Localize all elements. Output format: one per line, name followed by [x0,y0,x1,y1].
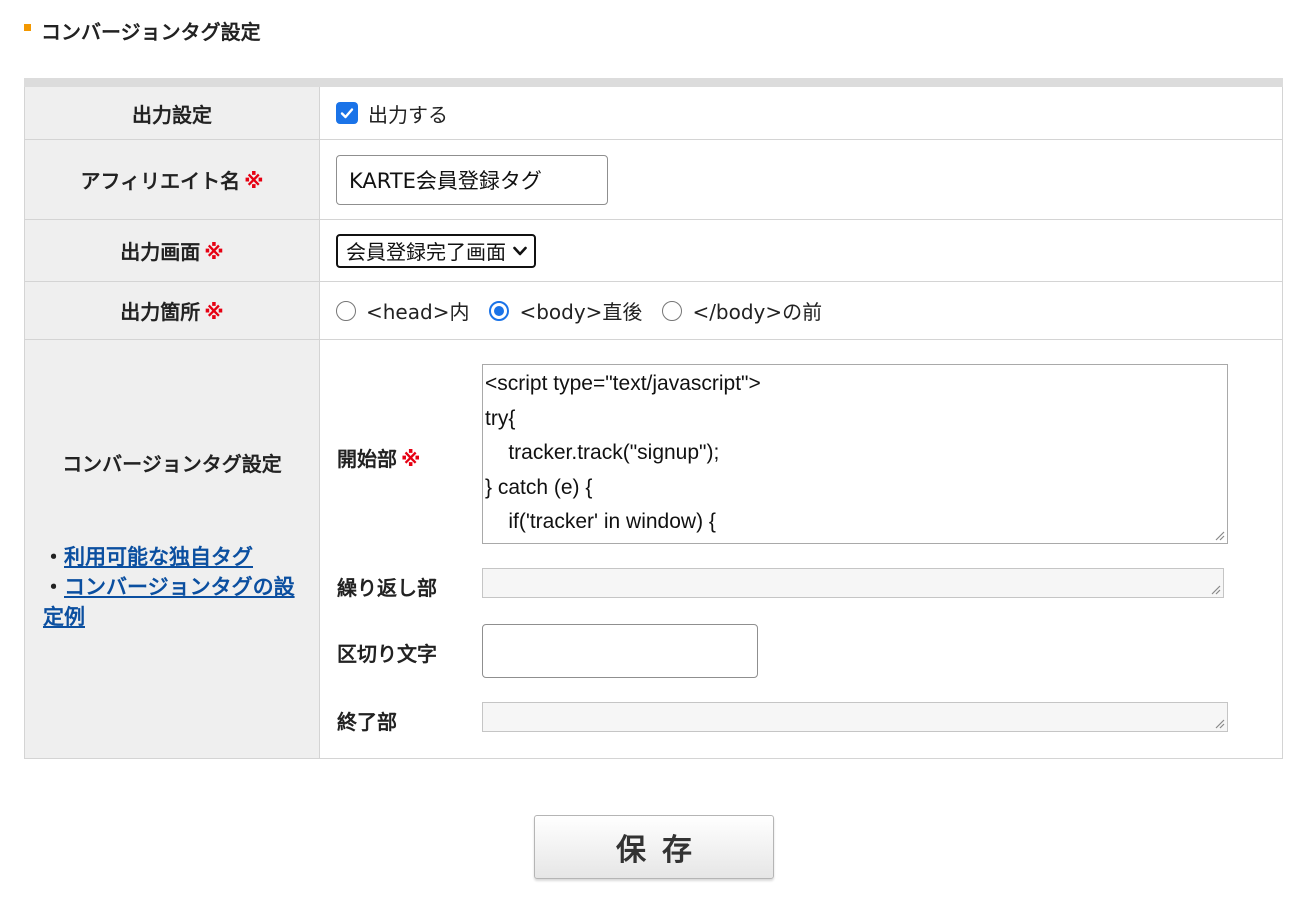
section-marker-icon [24,24,31,31]
section-title: コンバージョンタグ設定 [41,20,261,44]
checkmark-icon [340,108,354,119]
end-code-textarea[interactable] [482,702,1228,732]
repeat-section-label: 繰り返し部 [337,576,437,600]
radio-body-end[interactable]: </body>の前 [662,296,822,325]
output-checkbox-wrapper[interactable]: 出力する [336,99,1282,128]
help-links: ・利用可能な独自タグ ・コンバージョンタグの設定例 [43,542,303,632]
start-code-textarea[interactable]: <script type="text/javascript"> try{ tra… [482,364,1228,544]
row-conversion-tag: コンバージョンタグ設定 ・利用可能な独自タグ ・コンバージョンタグの設定例 開始… [24,339,1283,759]
radio-button-selected[interactable] [489,300,510,321]
radio-label: <head>内 [366,300,470,324]
row-output-setting: 出力設定 出力する [24,82,1283,140]
start-section-label: 開始部 [337,447,397,471]
required-mark: ※ [401,447,421,471]
resize-handle-icon[interactable] [1213,529,1225,541]
radio-button[interactable] [662,300,683,321]
resize-handle-icon[interactable] [1209,583,1221,595]
affiliate-name-label: アフィリエイト名 [80,169,241,193]
resize-handle-icon[interactable] [1213,717,1225,729]
affiliate-name-input[interactable] [336,154,608,205]
radio-button[interactable] [336,300,356,321]
output-checkbox[interactable] [336,102,358,124]
repeat-code-textarea[interactable] [482,568,1224,598]
settings-table: 出力設定 出力する アフィリエイト名※ 出力画面※ [24,78,1283,759]
row-output-place: 出力箇所 ※ <head>内 <body>直後 </body>の前 [24,281,1283,340]
separator-label: 区切り文字 [337,642,437,666]
output-place-radio-group: <head>内 <body>直後 </body>の前 [336,296,1282,325]
conversion-tag-label: コンバージョンタグ設定 [62,452,282,476]
output-place-label: 出力箇所 [120,300,201,324]
required-mark: ※ [204,300,224,324]
bullet: ・ [43,545,64,569]
link-tag-examples[interactable]: コンバージョンタグの設定例 [43,575,295,629]
separator-input[interactable] [482,624,758,678]
radio-head[interactable]: <head>内 [336,296,469,325]
section-header: コンバージョンタグ設定 [24,16,261,45]
chevron-down-icon [513,246,527,255]
output-checkbox-label: 出力する [368,102,448,127]
output-setting-label: 出力設定 [24,82,320,140]
radio-label: <body>直後 [519,300,643,324]
output-screen-label: 出力画面 [120,240,201,264]
radio-label: </body>の前 [692,300,823,324]
required-mark: ※ [244,169,264,193]
bullet: ・ [43,575,64,599]
output-screen-selected: 会員登録完了画面 [346,240,506,264]
radio-body-start[interactable]: <body>直後 [489,296,642,325]
row-output-screen: 出力画面 ※ 会員登録完了画面 [24,219,1283,282]
output-screen-select[interactable]: 会員登録完了画面 [336,233,536,268]
save-button[interactable]: 保存 [534,815,774,879]
link-custom-tags[interactable]: 利用可能な独自タグ [64,545,253,569]
row-affiliate-name: アフィリエイト名 ※ [24,139,1283,220]
start-code: <script type="text/javascript"> try{ tra… [485,372,761,533]
page: コンバージョンタグ設定 出力設定 出力する アフィリエイト名 ※ KARTE会員… [0,0,1306,912]
required-mark: ※ [204,240,224,264]
end-section-label: 終了部 [337,710,397,734]
